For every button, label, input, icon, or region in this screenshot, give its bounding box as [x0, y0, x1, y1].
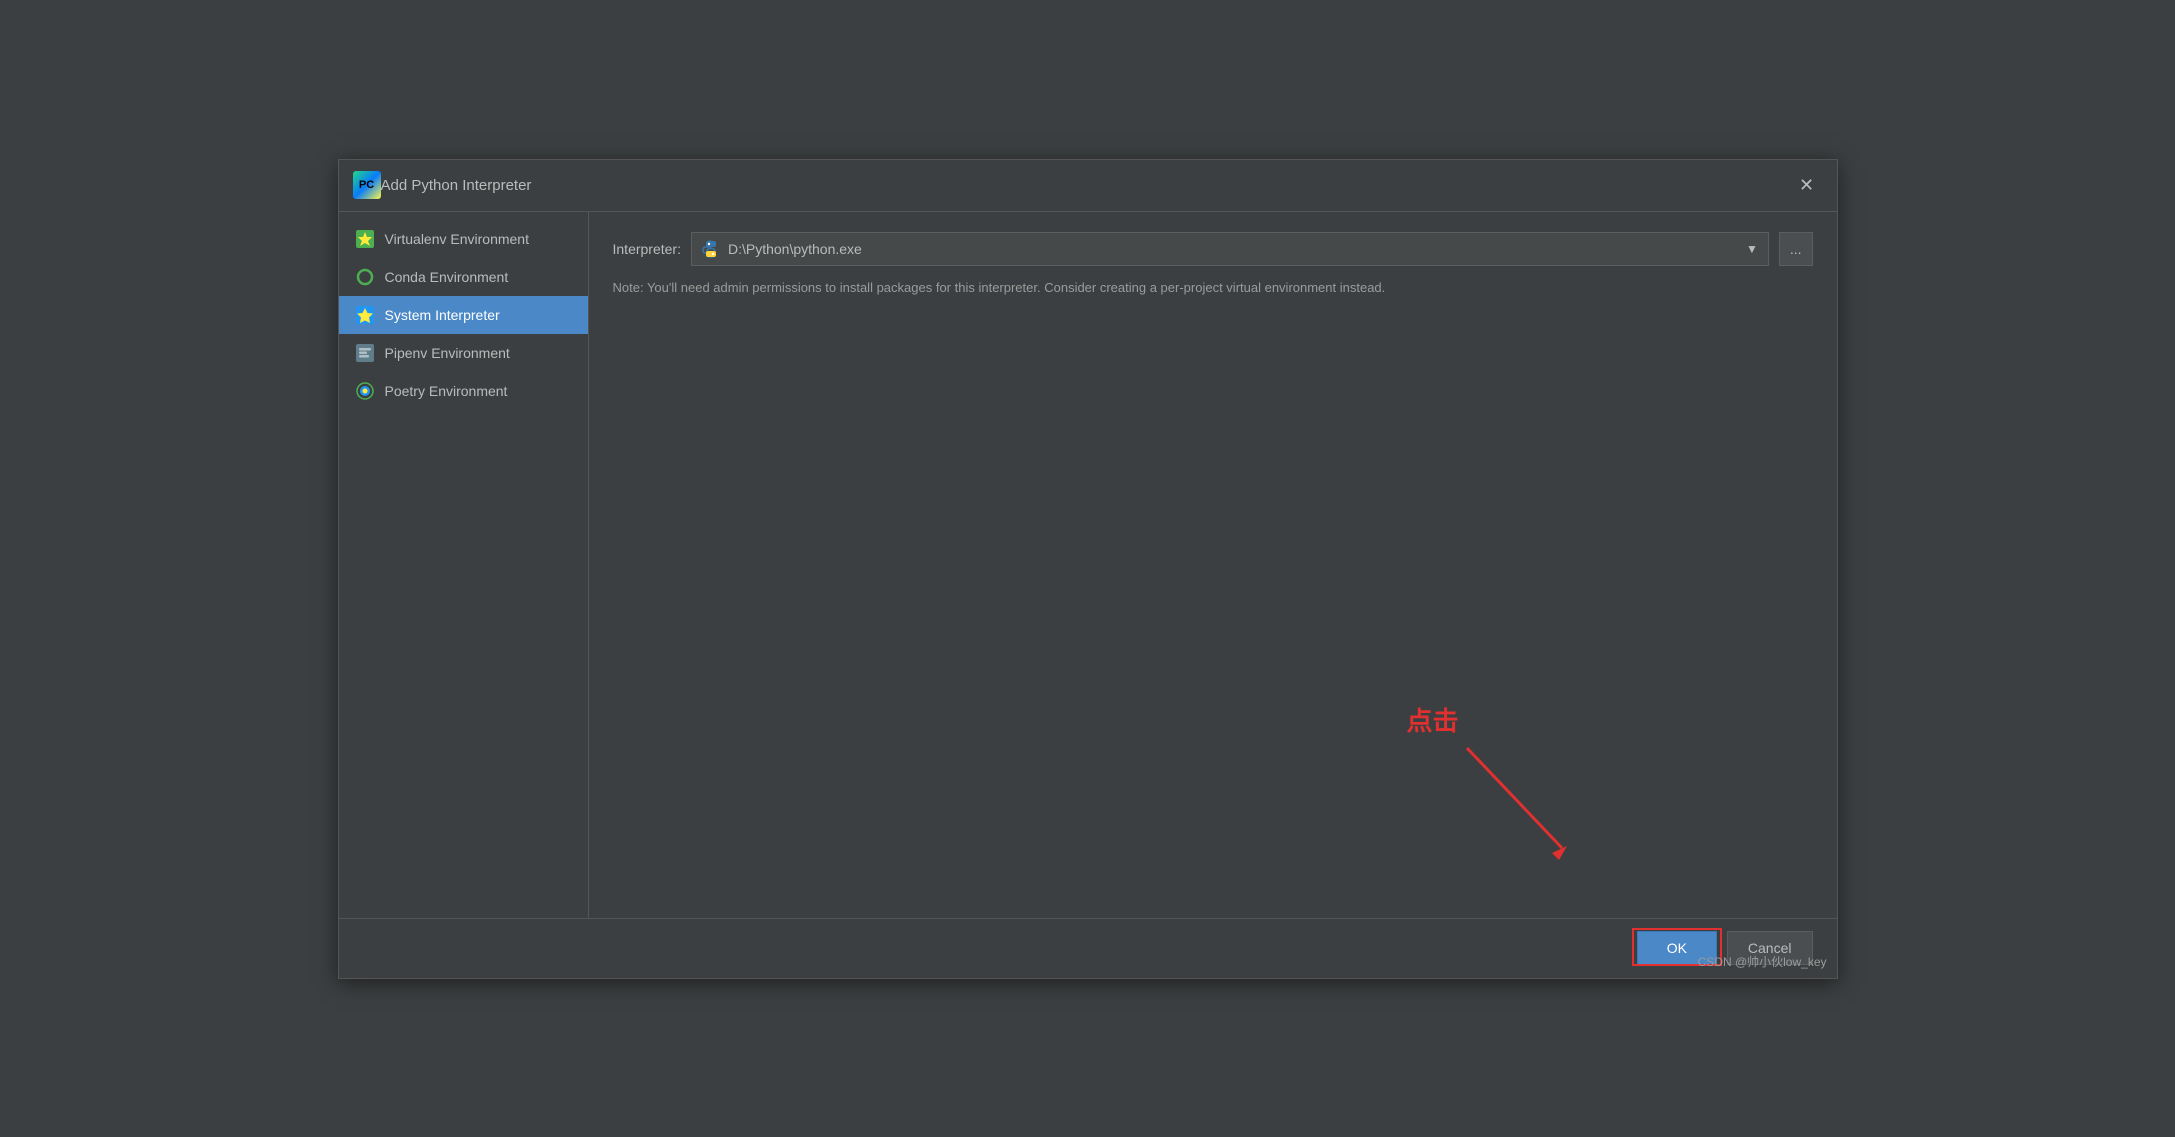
sidebar: Virtualenv Environment Conda Environment: [339, 212, 589, 918]
sidebar-item-poetry-label: Poetry Environment: [385, 383, 508, 399]
poetry-icon: [355, 381, 375, 401]
interpreter-label: Interpreter:: [613, 241, 681, 257]
sidebar-item-virtualenv-label: Virtualenv Environment: [385, 231, 529, 247]
interpreter-path: D:\Python\python.exe: [728, 241, 1738, 257]
sidebar-item-pipenv[interactable]: Pipenv Environment: [339, 334, 588, 372]
dialog-footer: 点击 OK Cancel CSDN @帅小伙low_key: [339, 918, 1837, 978]
browse-button[interactable]: ...: [1779, 232, 1813, 266]
dropdown-arrow-icon: ▼: [1746, 242, 1758, 256]
dialog-title: Add Python Interpreter: [381, 177, 1791, 194]
close-button[interactable]: ✕: [1791, 169, 1823, 201]
pycharm-logo-icon: PC: [353, 171, 381, 199]
add-interpreter-dialog: PC Add Python Interpreter ✕ Virtualenv E…: [338, 159, 1838, 979]
note-text: Note: You'll need admin permissions to i…: [613, 278, 1813, 298]
sidebar-item-system[interactable]: System Interpreter: [339, 296, 588, 334]
sidebar-item-pipenv-label: Pipenv Environment: [385, 345, 510, 361]
interpreter-select[interactable]: D:\Python\python.exe ▼: [691, 232, 1769, 266]
watermark-text: CSDN @帅小伙low_key: [1698, 953, 1827, 970]
conda-icon: [355, 267, 375, 287]
python-icon: [702, 240, 720, 258]
sidebar-item-conda[interactable]: Conda Environment: [339, 258, 588, 296]
main-content: Interpreter: D:\Python\python.exe ▼: [589, 212, 1837, 918]
interpreter-row: Interpreter: D:\Python\python.exe ▼: [613, 232, 1813, 266]
dialog-body: Virtualenv Environment Conda Environment: [339, 212, 1837, 918]
sidebar-item-virtualenv[interactable]: Virtualenv Environment: [339, 220, 588, 258]
note-content: Note: You'll need admin permissions to i…: [613, 280, 1386, 295]
pipenv-icon: [355, 343, 375, 363]
title-bar: PC Add Python Interpreter ✕: [339, 160, 1837, 212]
sidebar-item-system-label: System Interpreter: [385, 307, 500, 323]
virtualenv-icon: [355, 229, 375, 249]
sidebar-item-conda-label: Conda Environment: [385, 269, 509, 285]
system-icon: [355, 305, 375, 325]
sidebar-item-poetry[interactable]: Poetry Environment: [339, 372, 588, 410]
